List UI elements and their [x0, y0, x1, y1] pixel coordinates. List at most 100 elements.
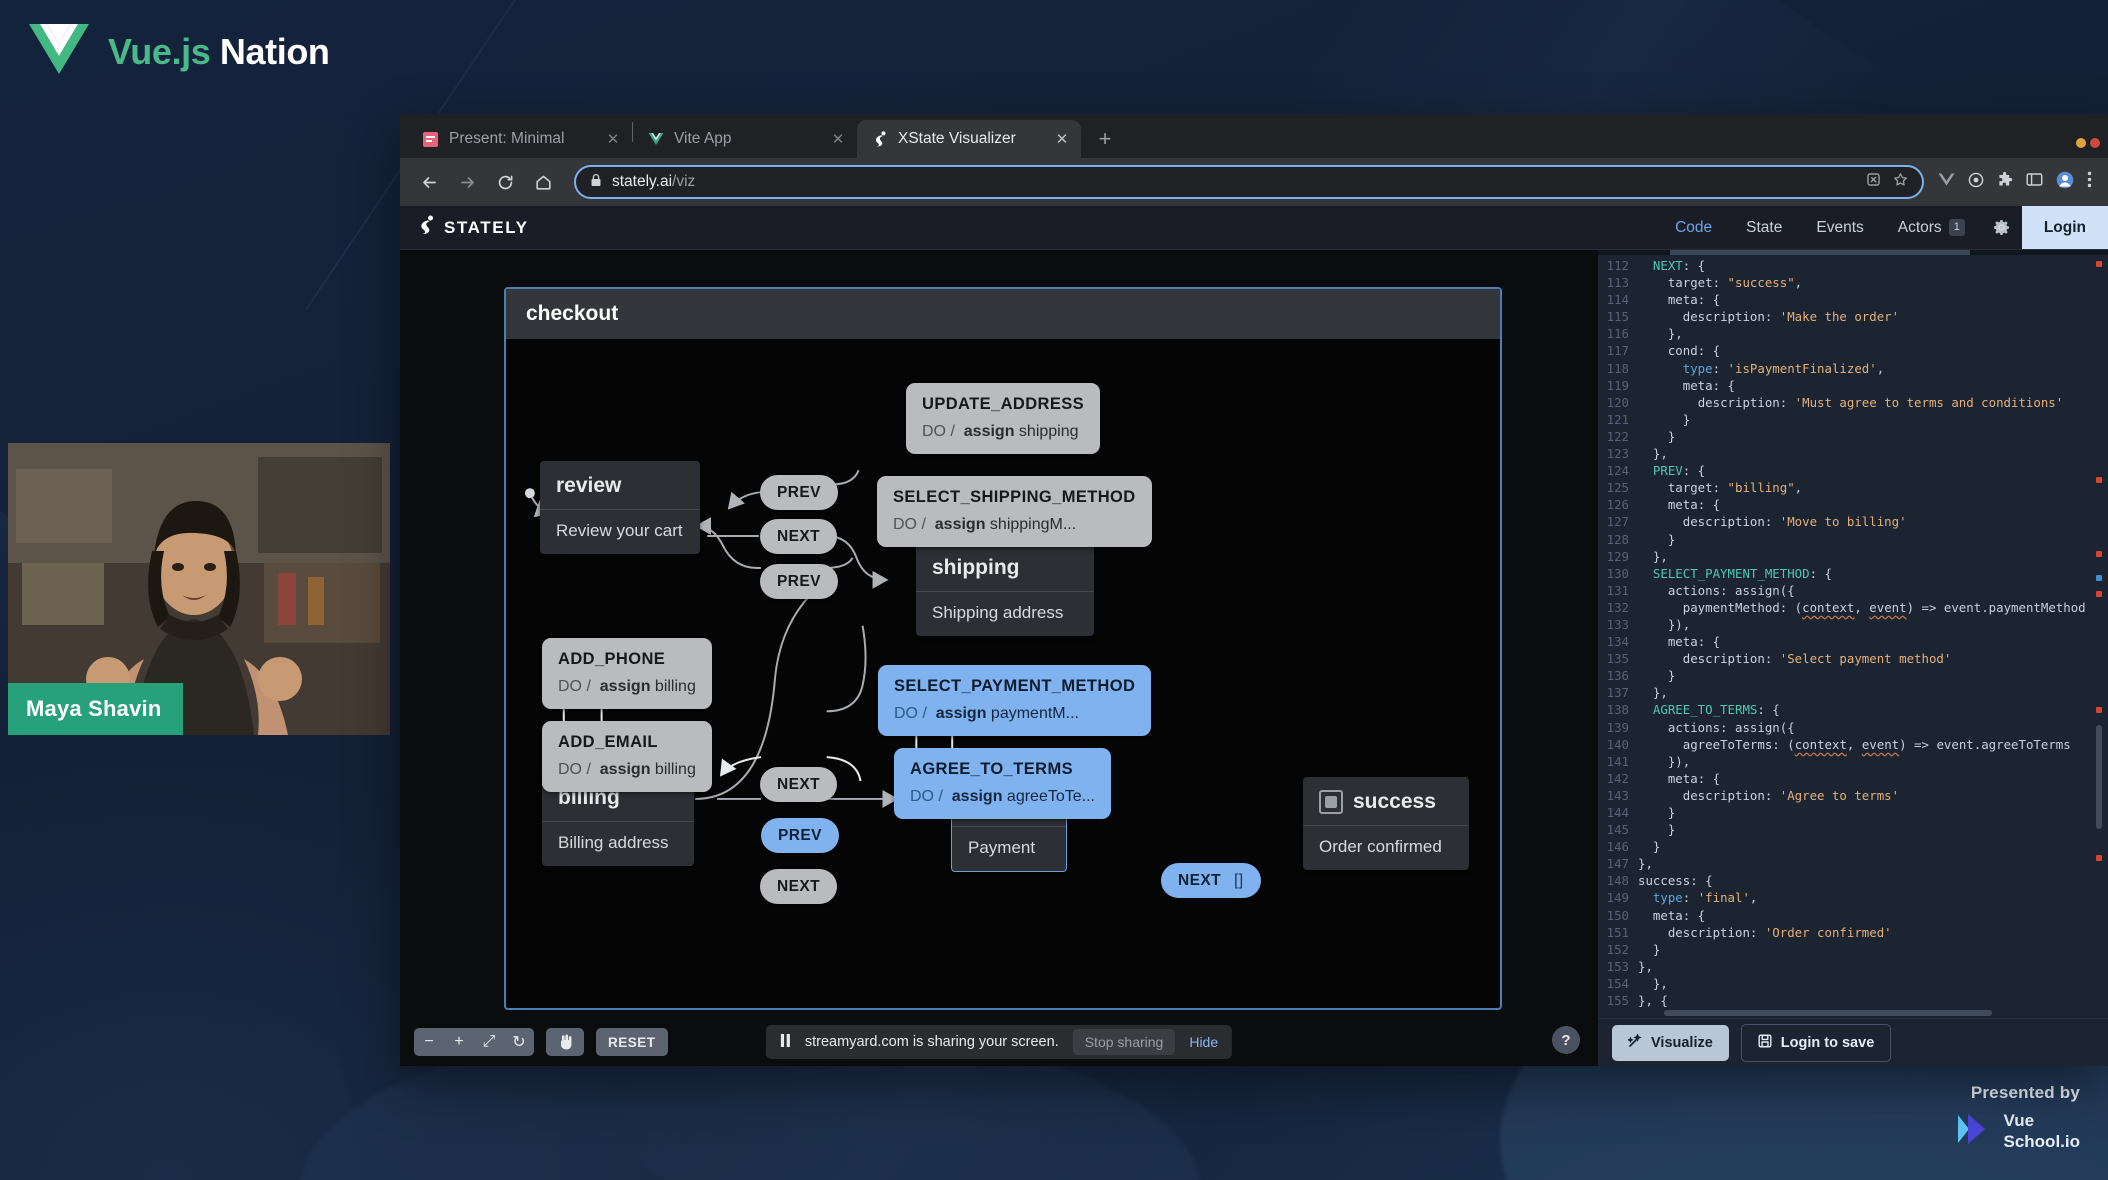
event-node-update-address[interactable]: UPDATE_ADDRESS DO / assign shipping — [906, 383, 1101, 454]
code-line-text: meta: { — [1667, 634, 1721, 650]
event-node-select-shipping-method[interactable]: SELECT_SHIPPING_METHOD DO / assign shipp… — [877, 476, 1152, 547]
url-input[interactable]: stately.ai/viz — [574, 165, 1924, 199]
forward-icon[interactable] — [450, 165, 484, 199]
share-url-icon[interactable] — [1866, 172, 1881, 192]
code-line-number: 143 — [1606, 787, 1629, 803]
fit-to-view-button[interactable]: ⤢ — [474, 1028, 504, 1056]
event-do-keyword: DO / — [922, 423, 955, 440]
event-name: ADD_PHONE — [558, 650, 666, 668]
vue-devtools-icon[interactable] — [1938, 172, 1955, 192]
code-line-number: 137 — [1606, 685, 1629, 701]
transition-pill-prev-payment[interactable]: PREV — [761, 818, 839, 853]
statechart-canvas[interactable]: checkout review Review your cart shippin… — [400, 250, 1598, 1066]
state-node-shipping[interactable]: shipping Shipping address — [916, 543, 1094, 636]
close-icon[interactable]: ✕ — [829, 130, 847, 148]
code-line-number: 126 — [1606, 497, 1629, 513]
code-line-number: 146 — [1606, 839, 1629, 855]
code-line-text: type: 'isPaymentFinalized', — [1682, 360, 1885, 376]
brand-title: Vue.js Nation — [108, 31, 330, 73]
puzzle-extension-icon[interactable] — [1997, 171, 2013, 193]
event-node-agree-to-terms[interactable]: AGREE_TO_TERMS DO / assign agreeToTe... — [894, 748, 1111, 819]
home-icon[interactable] — [526, 165, 560, 199]
code-line-text: meta: { — [1667, 770, 1721, 786]
browser-tab-vite-app[interactable]: Vite App ✕ — [633, 120, 857, 158]
stately-logo[interactable]: STATELY — [418, 215, 529, 240]
state-node-success[interactable]: success Order confirmed — [1303, 777, 1469, 870]
transition-label: PREV — [777, 483, 821, 501]
minimap-marker — [2096, 575, 2102, 581]
code-editor[interactable]: 112 NEXT: {113 target: "success", 114 met… — [1598, 255, 2108, 1008]
profile-avatar-icon[interactable] — [2056, 171, 2074, 194]
tab-actors[interactable]: Actors 1 — [1881, 206, 1982, 249]
tab-code[interactable]: Code — [1658, 206, 1729, 249]
code-horizontal-scrollbar[interactable] — [1598, 1008, 2108, 1018]
reset-rotate-button[interactable]: ↻ — [504, 1028, 534, 1056]
visualize-label: Visualize — [1651, 1034, 1713, 1051]
transition-pill-next-success[interactable]: NEXT [] — [1161, 863, 1261, 898]
minimap-marker — [2096, 855, 2102, 861]
code-line-number: 151 — [1606, 924, 1629, 940]
code-line: 123 }, — [1598, 445, 2108, 462]
brand-vue-text: Vue.js — [108, 30, 211, 72]
code-minimap[interactable] — [2096, 255, 2102, 986]
transition-pill-prev-shipping[interactable]: PREV — [760, 564, 838, 599]
code-line-number: 120 — [1606, 394, 1629, 410]
new-tab-button[interactable]: + — [1089, 123, 1121, 155]
minimap-scroll-thumb[interactable] — [2096, 725, 2102, 829]
reading-list-icon[interactable] — [2026, 172, 2043, 192]
browser-tab-present-minimal[interactable]: Present: Minimal ✕ — [408, 120, 632, 158]
code-line-text: } — [1638, 941, 1661, 957]
state-description: Billing address — [542, 821, 694, 866]
code-line-text: meta: { — [1667, 497, 1721, 513]
transition-pill-next-review[interactable]: NEXT — [760, 519, 837, 554]
code-line: 140 agreeToTerms: (context, event) => ev… — [1598, 736, 2108, 753]
code-line-text: description: 'Order confirmed' — [1667, 924, 1892, 940]
transition-pill-next-billing[interactable]: NEXT — [760, 869, 837, 904]
stop-sharing-button[interactable]: Stop sharing — [1072, 1029, 1176, 1055]
reload-icon[interactable] — [488, 165, 522, 199]
code-line-text: } — [1638, 411, 1691, 427]
hand-icon[interactable] — [546, 1028, 584, 1056]
gear-icon[interactable] — [1982, 218, 2022, 237]
browser-tabstrip: Present: Minimal ✕ Vite App ✕ XState Vis… — [400, 114, 2108, 158]
extension-circle-icon[interactable] — [1968, 172, 1984, 193]
transition-pill-prev-review[interactable]: PREV — [760, 475, 838, 510]
window-dot-red — [2090, 138, 2100, 148]
code-line: 119 meta: { — [1598, 377, 2108, 394]
bookmark-star-icon[interactable] — [1893, 172, 1908, 192]
event-node-select-payment-method[interactable]: SELECT_PAYMENT_METHOD DO / assign paymen… — [878, 665, 1152, 736]
visualize-button[interactable]: Visualize — [1612, 1024, 1729, 1061]
zoom-out-button[interactable]: − — [414, 1028, 444, 1056]
back-icon[interactable] — [412, 165, 446, 199]
transition-label: NEXT — [777, 527, 820, 545]
zoom-in-button[interactable]: + — [444, 1028, 474, 1056]
code-line: 134 meta: { — [1598, 633, 2108, 650]
save-label: Login to save — [1780, 1034, 1875, 1051]
browser-tab-xstate-visualizer[interactable]: XState Visualizer ✕ — [857, 120, 1081, 158]
event-do-keyword: DO / — [558, 678, 591, 695]
tab-label: XState Visualizer — [898, 130, 1016, 147]
tab-events[interactable]: Events — [1799, 206, 1880, 249]
close-icon[interactable]: ✕ — [604, 130, 622, 148]
event-node-add-email[interactable]: ADD_EMAIL DO / assign billing — [542, 721, 712, 792]
event-action-target: billing — [654, 761, 696, 778]
stately-logo-icon — [418, 215, 435, 240]
close-icon[interactable]: ✕ — [1053, 130, 1071, 148]
code-line-number: 119 — [1606, 377, 1629, 393]
code-line-number: 153 — [1606, 958, 1629, 974]
transition-pill-next-shipping[interactable]: NEXT — [760, 767, 837, 802]
browser-menu-icon[interactable] — [2087, 171, 2092, 193]
window-controls[interactable] — [2076, 138, 2100, 148]
state-node-review[interactable]: review Review your cart — [540, 461, 700, 554]
pause-icon[interactable] — [780, 1033, 791, 1051]
code-line-text: meta: { — [1667, 292, 1721, 308]
tab-state[interactable]: State — [1729, 206, 1799, 249]
code-line: 153}, — [1598, 958, 2108, 975]
event-node-add-phone[interactable]: ADD_PHONE DO / assign billing — [542, 638, 712, 709]
hide-share-bar-button[interactable]: Hide — [1189, 1034, 1218, 1050]
login-to-save-button[interactable]: Login to save — [1740, 1023, 1892, 1062]
event-action-target: paymentM... — [990, 705, 1079, 722]
reset-button[interactable]: RESET — [596, 1028, 668, 1056]
login-button[interactable]: Login — [2021, 206, 2108, 249]
help-button[interactable]: ? — [1552, 1026, 1580, 1054]
